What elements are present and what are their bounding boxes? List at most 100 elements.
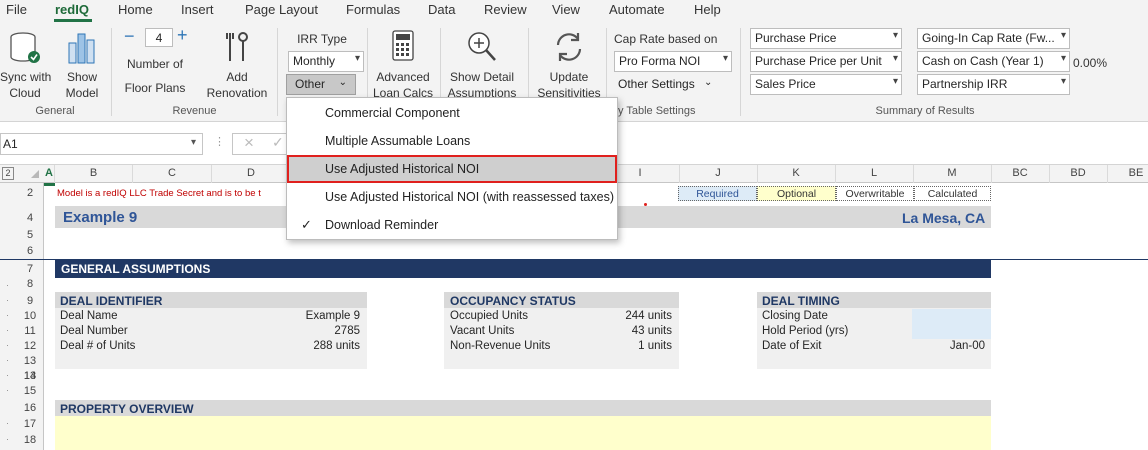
show-detail-assumptions-button[interactable]: Show Detail Assumptions: [444, 26, 520, 100]
select-all-corner[interactable]: [31, 170, 39, 178]
decrement-floor-plans-button[interactable]: −: [124, 26, 135, 47]
deal-name-value[interactable]: Example 9: [244, 310, 360, 322]
cap-rate-select[interactable]: Pro Forma NOI ▾: [614, 51, 732, 72]
deal-identifier-title: DEAL IDENTIFIER: [60, 294, 163, 308]
column-header-be[interactable]: BE: [1107, 167, 1148, 179]
row-header[interactable]: 18: [18, 434, 42, 446]
add-renovation-label-line2: Renovation: [206, 86, 268, 100]
increment-floor-plans-button[interactable]: +: [177, 25, 188, 46]
deal-units-value[interactable]: 288 units: [244, 340, 360, 352]
column-divider: [211, 165, 212, 183]
non-revenue-units-value[interactable]: 1 units: [584, 340, 672, 352]
tab-view[interactable]: View: [552, 2, 580, 17]
row-header[interactable]: 15: [18, 385, 42, 397]
outline-dot: ·: [6, 355, 9, 365]
menu-item-use-adjusted-historical-noi-reassessed[interactable]: Use Adjusted Historical NOI (with reasse…: [287, 183, 617, 211]
row-header[interactable]: 12: [18, 340, 42, 352]
date-of-exit-label: Date of Exit: [762, 340, 822, 352]
outline-dot: ·: [6, 370, 9, 380]
cancel-icon[interactable]: ×: [244, 133, 254, 153]
tab-page-layout[interactable]: Page Layout: [245, 2, 318, 17]
closing-date-input[interactable]: [912, 309, 991, 324]
row-header[interactable]: 10: [18, 310, 42, 322]
column-header-k[interactable]: K: [757, 167, 835, 179]
add-renovation-button[interactable]: Add Renovation: [204, 26, 270, 100]
other-settings-button[interactable]: Other Settings ⌄: [618, 77, 718, 95]
row-header[interactable]: 17: [18, 418, 42, 430]
property-overview-input[interactable]: [55, 416, 991, 450]
irr-type-select[interactable]: Monthly ▾: [288, 51, 364, 72]
summary-select-5[interactable]: Cash on Cash (Year 1) ▾: [917, 51, 1070, 72]
occupied-units-value[interactable]: 244 units: [584, 310, 672, 322]
refresh-icon: [556, 33, 582, 61]
legend-required: Required: [678, 186, 757, 201]
show-model-button[interactable]: Show Model: [58, 26, 106, 100]
hold-period-input[interactable]: [912, 324, 991, 339]
column-header-c[interactable]: C: [133, 167, 211, 179]
row-header[interactable]: 5: [18, 229, 42, 241]
tab-home[interactable]: Home: [118, 2, 153, 17]
menu-item-commercial-component[interactable]: Commercial Component: [287, 99, 617, 127]
row-header[interactable]: 16: [18, 402, 42, 414]
column-header-a[interactable]: A: [44, 167, 54, 179]
group-label-general: General: [35, 105, 75, 117]
date-of-exit-value[interactable]: Jan-00: [912, 340, 985, 352]
column-header-bc[interactable]: BC: [991, 167, 1049, 179]
update-sensitivities-button[interactable]: Update Sensitivities: [534, 26, 604, 100]
column-header-bd[interactable]: BD: [1049, 167, 1107, 179]
vacant-units-value[interactable]: 43 units: [584, 325, 672, 337]
column-divider: [679, 165, 680, 183]
tab-automate[interactable]: Automate: [609, 2, 665, 17]
calculator-icon: [392, 30, 414, 61]
advanced-loan-calcs-button[interactable]: Advanced Loan Calcs: [370, 26, 436, 100]
enter-icon[interactable]: ✓: [272, 134, 284, 151]
group-separator: [277, 28, 278, 116]
row-header[interactable]: 6: [18, 245, 42, 257]
tab-file[interactable]: File: [6, 2, 27, 17]
floor-plans-input[interactable]: 4: [145, 28, 173, 47]
tab-insert[interactable]: Insert: [181, 2, 214, 17]
column-header-l[interactable]: L: [835, 167, 913, 179]
tab-rediq[interactable]: redIQ: [55, 2, 89, 17]
row-header[interactable]: 13: [18, 355, 42, 367]
summary-select-3[interactable]: Sales Price ▾: [750, 74, 902, 95]
tab-help[interactable]: Help: [694, 2, 721, 17]
summary-select-4[interactable]: Going-In Cap Rate (Fw... ▾: [917, 28, 1070, 49]
summary-select-6[interactable]: Partnership IRR ▾: [917, 74, 1070, 95]
row-header[interactable]: 14: [18, 370, 42, 382]
tab-review[interactable]: Review: [484, 2, 527, 17]
chevron-down-icon: ▾: [1060, 30, 1066, 41]
column-header-j[interactable]: J: [679, 167, 757, 179]
row-header[interactable]: 11: [18, 325, 42, 337]
menu-item-use-adjusted-historical-noi[interactable]: Use Adjusted Historical NOI: [287, 155, 617, 183]
row-header[interactable]: 7: [18, 263, 42, 275]
legend-optional-label: Optional: [776, 188, 817, 200]
column-header-b[interactable]: B: [55, 167, 132, 179]
menu-item-multiple-assumable-loans[interactable]: Multiple Assumable Loans: [287, 127, 617, 155]
menu-item-download-reminder[interactable]: ✓ Download Reminder: [287, 211, 617, 239]
column-header-m[interactable]: M: [913, 167, 991, 179]
row-header[interactable]: 4: [18, 212, 42, 224]
outline-level-2-button[interactable]: 2: [2, 167, 14, 180]
tab-data[interactable]: Data: [428, 2, 455, 17]
name-box-value: A1: [3, 137, 18, 151]
sync-with-cloud-button[interactable]: Sync with Cloud: [0, 26, 51, 100]
menu-item-label: Multiple Assumable Loans: [325, 134, 471, 148]
deal-number-value[interactable]: 2785: [244, 325, 360, 337]
row-header[interactable]: 2: [18, 187, 42, 199]
row-header[interactable]: 8: [18, 278, 42, 290]
hold-period-label: Hold Period (yrs): [762, 325, 849, 337]
legend-optional: Optional: [757, 186, 836, 201]
add-renovation-label-line1: Add: [226, 70, 248, 84]
row-header[interactable]: 9: [18, 295, 42, 307]
outline-dot: ·: [6, 325, 9, 335]
outline-dot: ·: [6, 340, 9, 350]
column-header-d[interactable]: D: [212, 167, 290, 179]
deal-name-label: Deal Name: [60, 310, 118, 322]
tab-formulas[interactable]: Formulas: [346, 2, 400, 17]
summary-select-1[interactable]: Purchase Price ▾: [750, 28, 902, 49]
ribbon-tab-bar: File redIQ Home Insert Page Layout Formu…: [0, 0, 1148, 22]
summary-select-2[interactable]: Purchase Price per Unit ▾: [750, 51, 902, 72]
name-box[interactable]: A1 ▾: [0, 133, 203, 155]
other-dropdown-button[interactable]: Other ⌄: [286, 74, 356, 95]
